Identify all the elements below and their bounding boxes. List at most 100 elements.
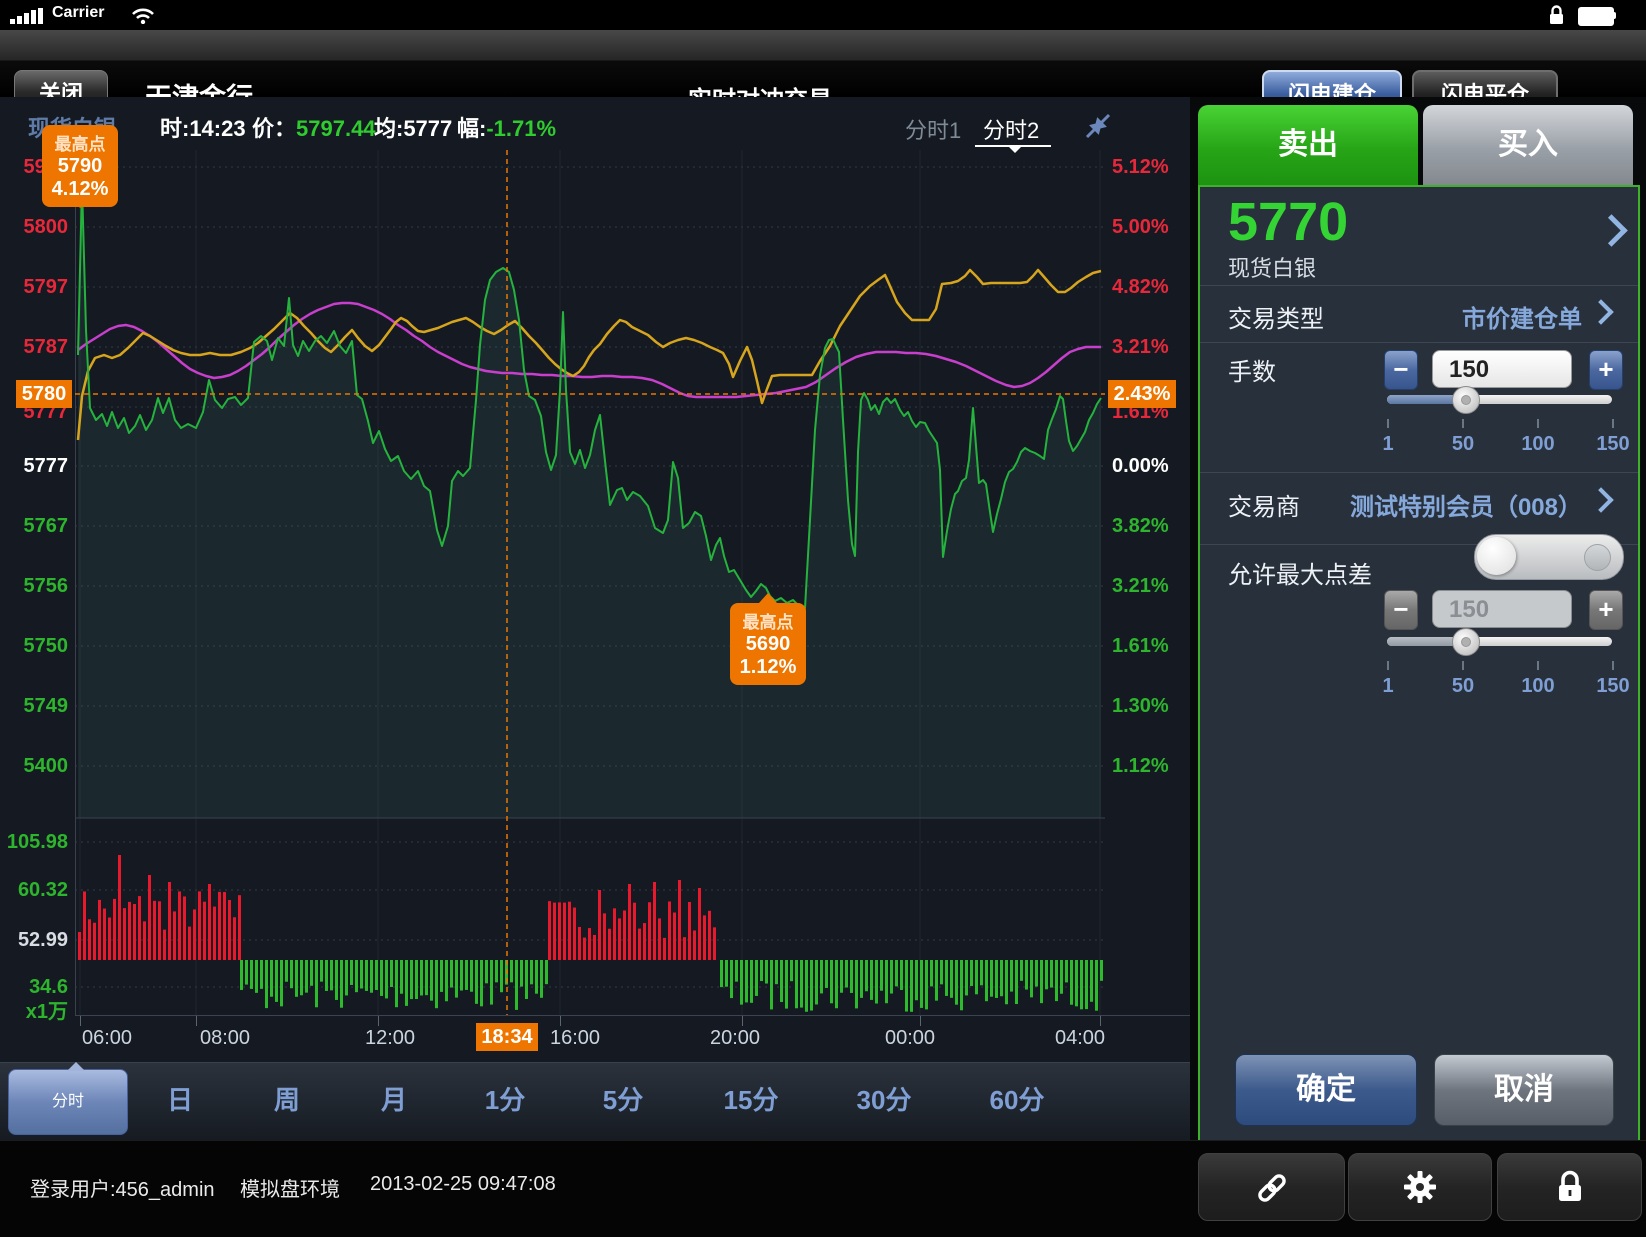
order-form: 5770 现货白银 交易类型 市价建仓单 手数 − 150 + 15010015… (1198, 185, 1640, 1148)
collapse-arrows-icon[interactable] (1083, 111, 1113, 141)
volume-axis-label: 52.99 (0, 929, 68, 952)
spread-plus-button[interactable]: + (1589, 590, 1623, 630)
period-tab-bar: 分时日 周 月 1分 5分 15分 30分 60分 (0, 1062, 1190, 1141)
period-tab-5分[interactable]: 5分 (593, 1080, 653, 1117)
price-chart-plot[interactable] (75, 150, 1105, 1015)
period-tab-月[interactable]: 月 (364, 1080, 424, 1117)
y-axis-percent-label: 3.21% (1112, 575, 1169, 598)
y-axis-price-label: 5800 (0, 216, 68, 239)
slider-mark-label: 100 (1517, 675, 1559, 698)
signal-strength-icon (10, 8, 48, 24)
battery-tip (1613, 12, 1616, 19)
wifi-icon (131, 6, 155, 24)
lock-button[interactable] (1497, 1153, 1642, 1221)
toggle-knob[interactable] (1477, 537, 1516, 575)
broker-value[interactable]: 测试特别会员（008） (1350, 487, 1582, 522)
max-spread-toggle[interactable] (1474, 534, 1624, 580)
environment-label: 模拟盘环境 (240, 1173, 340, 1202)
confirm-button[interactable]: 确定 (1235, 1054, 1417, 1126)
rotation-lock-icon (1548, 4, 1565, 26)
price-area-fill (78, 185, 1101, 818)
period-tab-周[interactable]: 周 (257, 1080, 317, 1117)
period-tab-15分[interactable]: 15分 (721, 1080, 781, 1117)
y-axis-price-label: 5787 (0, 336, 68, 359)
y-axis-price-label: 5749 (0, 695, 68, 718)
gear-icon (1403, 1170, 1437, 1204)
spread-slider-knob[interactable] (1452, 628, 1480, 656)
period-tab-60分[interactable]: 60分 (987, 1080, 1047, 1117)
chevron-right-icon[interactable] (1588, 299, 1613, 324)
order-price: 5770 (1228, 191, 1348, 253)
tab-sell[interactable]: 卖出 (1198, 105, 1418, 185)
slider-mark-label: 50 (1442, 675, 1484, 698)
crosshair-percent-badge: 2.43% (1108, 380, 1176, 408)
y-axis-percent-label: 1.12% (1112, 755, 1169, 778)
x-axis-tick (742, 1016, 743, 1026)
spread-input[interactable]: 150 (1432, 590, 1572, 628)
x-axis-tick (560, 1016, 561, 1026)
x-axis-time-label: 06:00 (77, 1027, 137, 1050)
slider-mark-label: 150 (1592, 675, 1634, 698)
chart-change: 幅:-1.71% (457, 111, 556, 143)
slider-mark-label: 1 (1367, 675, 1409, 698)
x-axis-tick (1100, 1016, 1101, 1026)
period-tab-30分[interactable]: 30分 (854, 1080, 914, 1117)
chart-region: 现货白银 时:14:23 价：5797.44 均:5777 幅:-1.71% 分… (0, 97, 1190, 1140)
connection-button[interactable] (1198, 1153, 1345, 1221)
lots-minus-button[interactable]: − (1384, 350, 1418, 390)
trade-type-value[interactable]: 市价建仓单 (1462, 299, 1582, 334)
y-axis-price-label: 5400 (0, 755, 68, 778)
period-tab-1分[interactable]: 1分 (475, 1080, 535, 1117)
datetime-label: 2013-02-25 09:47:08 (370, 1173, 556, 1196)
chart-price-value: 5797.44 (296, 116, 376, 141)
chart-average: 均:5777 (374, 111, 452, 143)
y-axis-price-label: 5777 (0, 401, 68, 424)
spread-minus-button[interactable]: − (1384, 590, 1418, 630)
chart-price-label: 价： (252, 116, 296, 141)
y-axis-percent-label: 3.21% (1112, 336, 1169, 359)
nav-bar: 关闭 天津金行 实时对冲交易 闪电建仓 闪电平仓 (0, 30, 1646, 97)
tab-minute-chart-2-label: 分时2 (983, 118, 1039, 143)
lots-plus-button[interactable]: + (1589, 350, 1623, 390)
tab-minute-chart-2[interactable]: 分时2 (983, 113, 1039, 145)
battery-icon (1578, 7, 1614, 26)
y-axis-percent-label: 3.82% (1112, 515, 1169, 538)
x-axis-time-label: 16:00 (545, 1027, 605, 1050)
slider-tick (1462, 661, 1464, 670)
lots-slider-knob[interactable] (1452, 386, 1480, 414)
cancel-button[interactable]: 取消 (1434, 1054, 1614, 1126)
chevron-right-icon[interactable] (1595, 214, 1628, 247)
x-axis-time-label: 20:00 (705, 1027, 765, 1050)
period-tab-分时[interactable]: 分时 (8, 1069, 128, 1135)
slider-mark-label: 150 (1592, 433, 1634, 456)
slider-tick (1387, 419, 1389, 428)
volume-axis-label: x1万 (0, 995, 68, 1024)
volume-axis-label: 105.98 (0, 831, 68, 854)
settings-button[interactable] (1348, 1153, 1492, 1221)
x-axis-time-label: 00:00 (880, 1027, 940, 1050)
divider (1200, 285, 1638, 286)
lots-label: 手数 (1228, 352, 1276, 387)
y-axis-price-label: 5777 (0, 455, 68, 478)
period-tab-日[interactable]: 日 (150, 1080, 210, 1117)
x-axis-time-label: 12:00 (360, 1027, 420, 1050)
tab-buy[interactable]: 买入 (1423, 105, 1633, 185)
chart-time: 时:14:23 (160, 111, 246, 143)
trade-panel: 卖出 买入 5770 现货白银 交易类型 市价建仓单 手数 − 150 + 15… (1190, 97, 1646, 1237)
slider-tick (1612, 419, 1614, 428)
tab-minute-chart-1[interactable]: 分时1 (905, 113, 961, 145)
broker-label: 交易商 (1228, 487, 1300, 522)
y-axis-percent-label: 4.82% (1112, 276, 1169, 299)
selected-tab-notch (67, 1062, 85, 1071)
slider-mark-label: 100 (1517, 433, 1559, 456)
chevron-right-icon[interactable] (1588, 487, 1613, 512)
x-axis-tick (80, 1016, 81, 1026)
chart-symbol: 现货白银 (28, 111, 116, 143)
app-root: Carrier 关闭 天津金行 实时对冲交易 闪电建仓 闪电平仓 现货白银 时:… (0, 0, 1646, 1237)
slider-mark-label: 1 (1367, 433, 1409, 456)
divider (1200, 342, 1638, 343)
crosshair-time-badge: 18:34 (476, 1023, 538, 1051)
lots-input[interactable]: 150 (1432, 350, 1572, 388)
max-spread-label: 允许最大点差 (1228, 555, 1372, 590)
y-axis-percent-label: 5.12% (1112, 156, 1169, 179)
